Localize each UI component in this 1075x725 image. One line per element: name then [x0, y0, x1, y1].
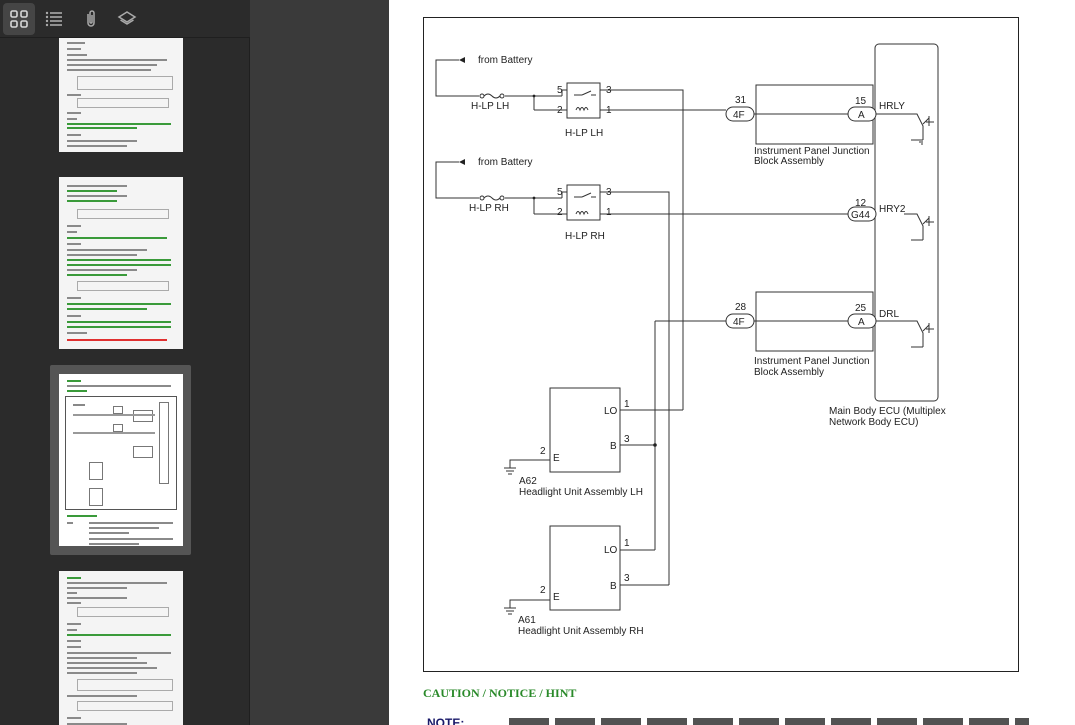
thumbnails-button[interactable] — [3, 3, 35, 35]
connector-label: G44 — [851, 210, 870, 221]
pin-label: 3 — [624, 573, 630, 584]
from-battery-label: from Battery — [478, 55, 532, 66]
page-thumbnail[interactable] — [59, 38, 183, 152]
connector-label: A — [858, 317, 865, 328]
terminal-label: B — [610, 581, 617, 592]
pdf-viewer: from Battery H-LP LH 5 3 2 1 H-LP LH 31 … — [0, 0, 1075, 725]
component-code: A61 — [518, 615, 536, 626]
pin-label: 12 — [855, 198, 867, 209]
pin-label: 2 — [540, 446, 546, 457]
pin-label: 31 — [735, 95, 747, 106]
terminal-label: LO — [604, 545, 618, 556]
relay-rh-label: H-LP RH — [565, 231, 605, 242]
component-code: A62 — [519, 476, 537, 487]
component-name: Headlight Unit Assembly RH — [518, 626, 644, 637]
terminal-label: HRLY — [879, 101, 905, 112]
layers-button[interactable] — [111, 3, 143, 35]
terminal-label: LO — [604, 406, 618, 417]
note-text-clipped — [509, 718, 1029, 725]
document-page: from Battery H-LP LH 5 3 2 1 H-LP LH 31 … — [389, 0, 1075, 725]
paperclip-icon — [87, 10, 95, 27]
fuse-rh-label: H-LP RH — [469, 203, 509, 214]
caution-heading: CAUTION / NOTICE / HINT — [423, 686, 577, 700]
pin-label: 5 — [557, 187, 563, 198]
page-thumbnail-selected[interactable] — [50, 365, 191, 555]
pin-label: 1 — [606, 207, 612, 218]
pin-label: 3 — [624, 434, 630, 445]
relay-lh-label: H-LP LH — [565, 128, 603, 139]
connector-label: 4F — [733, 110, 745, 121]
terminal-label: E — [553, 453, 560, 464]
fuse-lh-label: H-LP LH — [471, 101, 509, 112]
component-name: Headlight Unit Assembly LH — [519, 487, 643, 498]
pin-label: 1 — [606, 105, 612, 116]
pin-label: 2 — [557, 105, 563, 116]
pin-label: 3 — [606, 187, 612, 198]
pin-label: 1 — [624, 399, 630, 410]
pin-label: 5 — [557, 85, 563, 96]
junction-block-label: Block Assembly — [754, 156, 824, 167]
ecu-label: Main Body ECU (Multiplex — [829, 406, 946, 417]
terminal-label: E — [553, 592, 560, 603]
terminal-label: DRL — [879, 309, 899, 320]
pin-label: 15 — [855, 96, 867, 107]
page-gutter — [251, 0, 389, 725]
pin-label: 2 — [557, 207, 563, 218]
connector-label: A — [858, 110, 865, 121]
page-thumbnail[interactable] — [59, 571, 183, 725]
thumbnail-list — [0, 38, 250, 725]
wiring-diagram-svg: from Battery H-LP LH 5 3 2 1 H-LP LH 31 … — [435, 43, 946, 637]
pin-label: 25 — [855, 303, 867, 314]
outline-button[interactable] — [38, 3, 70, 35]
attachments-button[interactable] — [75, 3, 107, 35]
grid-icon — [10, 10, 28, 28]
page-preview — [59, 374, 183, 546]
connector-label: 4F — [733, 317, 745, 328]
ecu-label: Network Body ECU) — [829, 417, 918, 428]
pin-label: 3 — [606, 85, 612, 96]
from-battery-label: from Battery — [478, 157, 532, 168]
junction-block-label: Block Assembly — [754, 367, 824, 378]
page-thumbnail[interactable] — [59, 177, 183, 349]
pin-label: 28 — [735, 302, 747, 313]
sidebar-toolbar — [0, 0, 250, 38]
pin-label: 2 — [540, 585, 546, 596]
list-icon — [45, 11, 62, 27]
terminal-label: HRY2 — [879, 204, 906, 215]
note-label: NOTE: — [427, 716, 465, 725]
junction-block-label: Instrument Panel Junction — [754, 356, 870, 367]
pin-label: 1 — [624, 538, 630, 549]
sidebar — [0, 0, 250, 725]
layers-icon — [117, 11, 137, 25]
wiring-diagram: from Battery H-LP LH 5 3 2 1 H-LP LH 31 … — [423, 17, 1019, 672]
terminal-label: B — [610, 441, 617, 452]
